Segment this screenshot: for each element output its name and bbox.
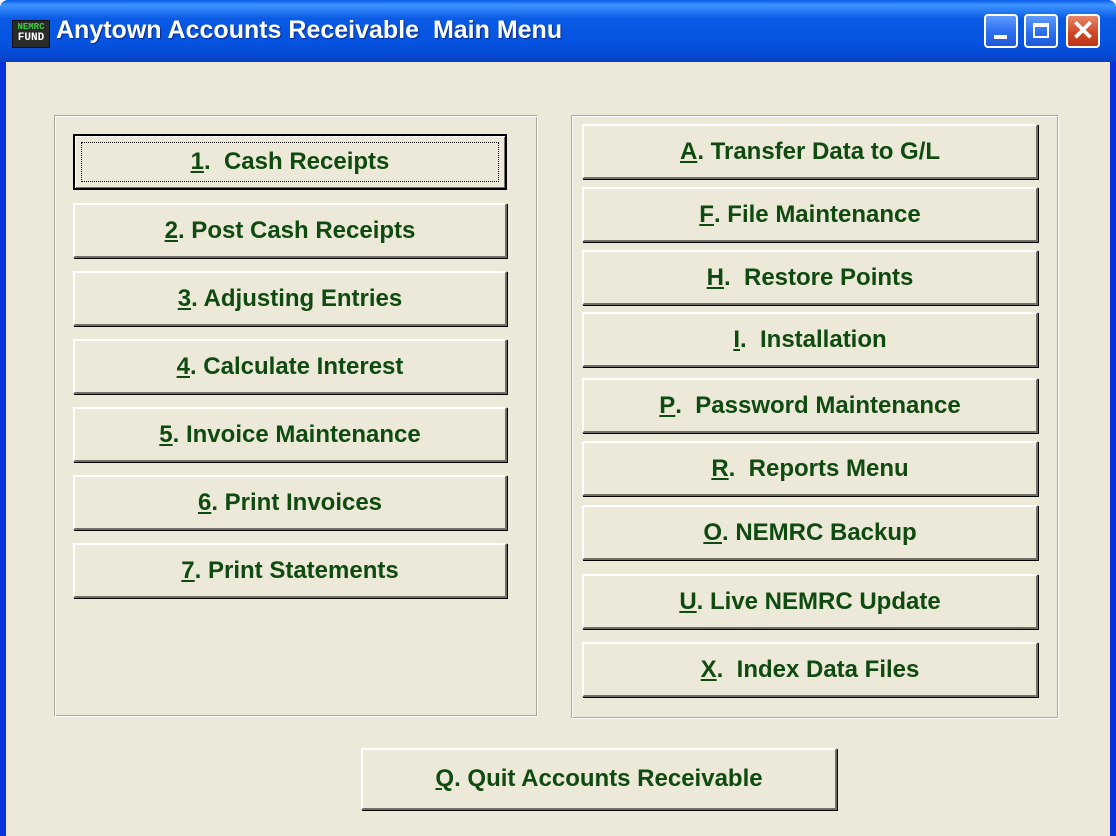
invoice-maintenance-button[interactable]: 5. Invoice Maintenance <box>73 407 507 462</box>
transfer-data-gl-button[interactable]: A. Transfer Data to G/L <box>582 124 1038 179</box>
file-maintenance-button[interactable]: F. File Maintenance <box>582 187 1038 242</box>
minimize-button[interactable] <box>984 14 1018 48</box>
password-maintenance-button[interactable]: P. Password Maintenance <box>582 378 1038 433</box>
close-button[interactable]: ✕ <box>1066 14 1100 48</box>
nemrc-backup-button[interactable]: O. NEMRC Backup <box>582 505 1038 560</box>
print-statements-button[interactable]: 7. Print Statements <box>73 543 507 598</box>
button-label: . Calculate Interest <box>189 352 404 380</box>
shortcut-key: X <box>700 655 717 683</box>
button-label: . Adjusting Entries <box>191 284 403 312</box>
button-label: . Installation <box>739 325 887 353</box>
app-icon-bottom-text: FUND <box>17 32 45 44</box>
title-bar[interactable]: NEMRC FUND Anytown Accounts Receivable M… <box>0 0 1116 62</box>
button-label: . Reports Menu <box>728 454 909 482</box>
button-label: . File Maintenance <box>713 200 921 228</box>
shortcut-key: A <box>679 137 698 165</box>
button-label: . Quit Accounts Receivable <box>454 765 763 792</box>
calculate-interest-button[interactable]: 4. Calculate Interest <box>73 339 507 394</box>
installation-button[interactable]: I. Installation <box>582 312 1038 367</box>
index-data-files-button[interactable]: X. Index Data Files <box>582 642 1038 697</box>
button-label: . Password Maintenance <box>675 391 961 419</box>
button-label: . Invoice Maintenance <box>172 420 421 448</box>
post-cash-receipts-button[interactable]: 2. Post Cash Receipts <box>73 203 507 258</box>
shortcut-key: U <box>679 587 697 615</box>
maximize-icon <box>1033 23 1049 38</box>
shortcut-key: 5 <box>159 420 173 448</box>
reports-menu-button[interactable]: R. Reports Menu <box>582 441 1038 496</box>
button-label: . Index Data Files <box>716 655 920 683</box>
button-label: . Live NEMRC Update <box>696 587 941 615</box>
shortcut-key: 4 <box>176 352 190 380</box>
quit-accounts-receivable-button[interactable]: Q. Quit Accounts Receivable <box>361 748 837 810</box>
button-label: . Print Invoices <box>211 488 383 516</box>
shortcut-key: I <box>733 325 740 353</box>
focus-ring <box>81 142 499 182</box>
shortcut-key: 2 <box>164 216 178 244</box>
shortcut-key: O <box>703 518 722 546</box>
left-menu-panel: 1. Cash Receipts 2. Post Cash Receipts 3… <box>54 115 538 717</box>
shortcut-key: Q <box>435 765 455 792</box>
cash-receipts-button[interactable]: 1. Cash Receipts <box>73 134 507 190</box>
shortcut-key: 6 <box>197 488 212 516</box>
shortcut-key: R <box>711 454 729 482</box>
shortcut-key: P <box>659 391 676 419</box>
client-area: 1. Cash Receipts 2. Post Cash Receipts 3… <box>6 62 1110 836</box>
live-nemrc-update-button[interactable]: U. Live NEMRC Update <box>582 574 1038 629</box>
close-icon: ✕ <box>1071 15 1095 46</box>
right-menu-panel: A. Transfer Data to G/L F. File Maintena… <box>571 115 1059 719</box>
button-label: . Restore Points <box>723 263 914 291</box>
minimize-icon <box>994 35 1007 39</box>
print-invoices-button[interactable]: 6. Print Invoices <box>73 475 507 530</box>
button-label: . Post Cash Receipts <box>177 216 416 244</box>
shortcut-key: F <box>699 200 714 228</box>
restore-points-button[interactable]: H. Restore Points <box>582 250 1038 305</box>
app-icon[interactable]: NEMRC FUND <box>12 20 50 48</box>
shortcut-key: 3 <box>177 284 192 312</box>
shortcut-key: 7 <box>181 556 195 584</box>
adjusting-entries-button[interactable]: 3. Adjusting Entries <box>73 271 507 326</box>
shortcut-key: H <box>706 263 724 291</box>
button-label: . Print Statements <box>194 556 399 584</box>
maximize-button[interactable] <box>1024 14 1058 48</box>
main-menu-window: NEMRC FUND Anytown Accounts Receivable M… <box>0 0 1116 836</box>
button-label: . Transfer Data to G/L <box>697 137 941 165</box>
window-title: Anytown Accounts Receivable Main Menu <box>56 16 563 44</box>
button-label: . NEMRC Backup <box>721 518 917 546</box>
